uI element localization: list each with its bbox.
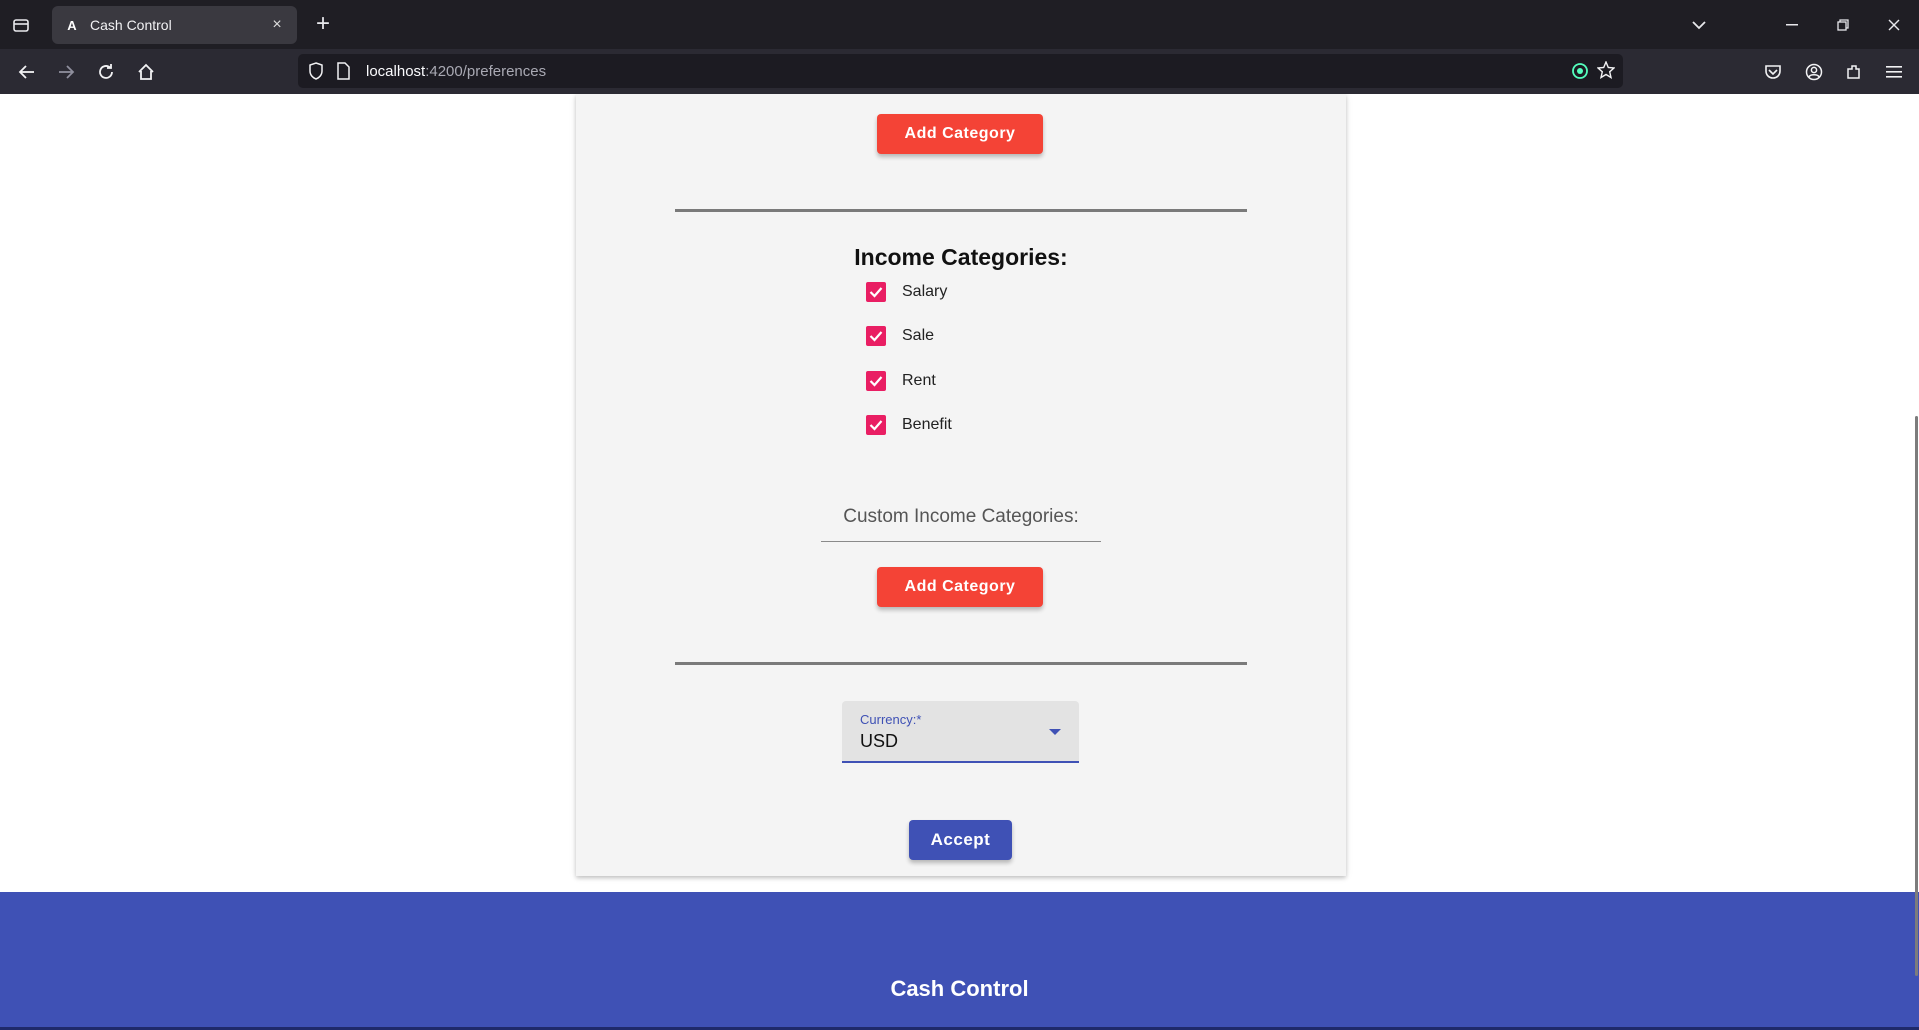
income-checkbox-rent[interactable]: Rent bbox=[866, 368, 936, 394]
url-path: :4200/preferences bbox=[425, 63, 547, 80]
url-host: localhost bbox=[366, 63, 426, 80]
checkbox-checked-icon[interactable] bbox=[866, 371, 886, 391]
minimize-icon[interactable] bbox=[1779, 12, 1805, 38]
income-checkbox-benefit[interactable]: Benefit bbox=[866, 412, 952, 438]
page-viewport: Add Category Income Categories: Salary S… bbox=[0, 94, 1919, 1030]
account-icon[interactable] bbox=[1801, 59, 1827, 85]
checkbox-label: Salary bbox=[902, 283, 948, 300]
checkbox-label: Sale bbox=[902, 327, 935, 344]
extension-status-icon[interactable] bbox=[1571, 62, 1589, 85]
section-divider bbox=[675, 209, 1247, 212]
custom-income-categories-label: Custom Income Categories: bbox=[843, 506, 1079, 527]
checkbox-checked-icon[interactable] bbox=[866, 282, 886, 302]
income-categories-heading: Income Categories: bbox=[854, 244, 1068, 270]
page-icon[interactable] bbox=[336, 62, 350, 85]
page-scrollbar[interactable] bbox=[1913, 94, 1919, 1030]
checkbox-checked-icon[interactable] bbox=[866, 415, 886, 435]
tab-title: Cash Control bbox=[90, 17, 172, 33]
close-window-icon[interactable] bbox=[1881, 12, 1907, 38]
list-all-tabs-icon[interactable] bbox=[1686, 12, 1712, 38]
angular-icon: A bbox=[67, 17, 77, 33]
new-tab-icon[interactable]: + bbox=[310, 12, 336, 38]
scrollbar-thumb[interactable] bbox=[1915, 416, 1918, 976]
restore-icon[interactable] bbox=[1830, 12, 1856, 38]
preferences-card: Add Category Income Categories: Salary S… bbox=[576, 94, 1346, 876]
url-text[interactable]: localhost:4200/preferences bbox=[366, 63, 546, 80]
checkbox-label: Rent bbox=[902, 372, 936, 389]
checkbox-label: Benefit bbox=[902, 416, 952, 433]
currency-select-value: USD bbox=[860, 731, 899, 751]
footer-title: Cash Control bbox=[890, 976, 1029, 1001]
custom-income-categories-field[interactable]: Custom Income Categories: bbox=[821, 492, 1101, 542]
extensions-icon[interactable] bbox=[1841, 59, 1867, 85]
browser-nav-bar: localhost:4200/preferences bbox=[0, 49, 1919, 94]
tab-list-icon[interactable] bbox=[10, 14, 32, 36]
income-checkbox-sale[interactable]: Sale bbox=[866, 323, 934, 349]
footer: Cash Control bbox=[0, 892, 1919, 1030]
back-icon[interactable] bbox=[14, 59, 40, 85]
home-icon[interactable] bbox=[133, 59, 159, 85]
checkbox-checked-icon[interactable] bbox=[866, 326, 886, 346]
bookmark-star-icon[interactable] bbox=[1596, 60, 1616, 84]
reload-icon[interactable] bbox=[93, 59, 119, 85]
income-checkbox-salary[interactable]: Salary bbox=[866, 279, 947, 305]
pocket-icon[interactable] bbox=[1760, 59, 1786, 85]
currency-select[interactable]: Currency:* USD bbox=[842, 701, 1079, 763]
browser-tab-bar: A Cash Control × + bbox=[0, 0, 1919, 49]
url-bar[interactable]: localhost:4200/preferences bbox=[298, 54, 1623, 88]
shield-icon[interactable] bbox=[308, 62, 324, 85]
add-expense-category-button[interactable]: Add Category bbox=[877, 114, 1043, 154]
forward-icon[interactable] bbox=[53, 59, 79, 85]
close-tab-icon[interactable]: × bbox=[269, 17, 285, 33]
section-divider bbox=[675, 662, 1247, 665]
accept-button[interactable]: Accept bbox=[909, 820, 1012, 860]
menu-icon[interactable] bbox=[1881, 59, 1907, 85]
dropdown-arrow-icon[interactable] bbox=[1049, 729, 1061, 735]
add-income-category-button[interactable]: Add Category bbox=[877, 567, 1043, 607]
currency-select-label: Currency:* bbox=[860, 712, 922, 727]
browser-tab[interactable]: A Cash Control × bbox=[52, 6, 297, 44]
